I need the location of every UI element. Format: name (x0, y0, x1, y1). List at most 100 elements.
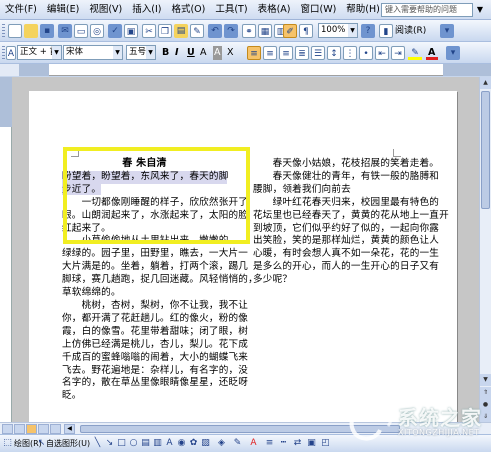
vertical-textbox-icon[interactable]: ▥ (152, 438, 163, 449)
line-color-icon[interactable]: ✎ (232, 438, 243, 449)
diagram-icon[interactable]: ◉ (176, 438, 187, 449)
web-view-icon[interactable] (14, 424, 25, 434)
text-line[interactable]: 花坛里也已经春天了，黄黄的花从地上一直开 (253, 210, 449, 223)
line-icon[interactable]: ╲ (92, 438, 103, 449)
menu-file[interactable]: 文件(F) (0, 2, 42, 18)
copy-icon[interactable]: ❐ (158, 24, 172, 38)
arrow-icon[interactable]: ↘ (104, 438, 115, 449)
align-right-icon[interactable]: ≡ (279, 46, 293, 60)
vertical-ruler[interactable] (0, 77, 12, 422)
oval-icon[interactable]: ○ (128, 438, 139, 449)
menu-edit[interactable]: 编辑(E) (42, 2, 84, 18)
horizontal-scroll-thumb[interactable] (80, 425, 400, 433)
normal-view-icon[interactable] (2, 424, 13, 434)
line-spacing-icon[interactable]: ↕ (327, 46, 341, 60)
menu-tools[interactable]: 工具(T) (210, 2, 252, 18)
arrow-style-icon[interactable]: ⇄ (292, 438, 303, 449)
ruler-corner[interactable] (0, 64, 19, 76)
outline-view-icon[interactable] (38, 424, 49, 434)
3d-style-icon[interactable]: ◰ (320, 438, 331, 449)
research-icon[interactable]: ▣ (124, 24, 138, 38)
read-mode-icon[interactable]: ▮ (379, 24, 393, 38)
text-line[interactable]: 桃树，杏树，梨树，你不让我，我不让 (62, 300, 248, 313)
highlight-icon[interactable]: ✎ (408, 46, 422, 60)
text-line[interactable]: 飞去。野花遍地是：杂样儿，有名字的，没 (62, 365, 248, 378)
distribute-icon[interactable]: ☰ (311, 46, 325, 60)
vertical-scrollbar[interactable]: ▲ ▼ ⇑ ● ⇓ (479, 77, 491, 423)
fill-color-icon[interactable]: ◈ (216, 438, 227, 449)
scroll-down-icon[interactable]: ▼ (480, 374, 491, 386)
text-line[interactable]: 到坡顶，它们似乎约好了似的，一起向你露 (253, 223, 439, 236)
toolbar-grip[interactable] (2, 46, 5, 60)
spelling-icon[interactable]: ✓ (108, 24, 122, 38)
permission-icon[interactable]: ✉ (58, 24, 72, 38)
style-select[interactable]: 正文 + 首行 ▼ (17, 45, 62, 60)
text-line[interactable]: 多少呢？ (253, 274, 423, 287)
reading-view-icon[interactable] (50, 424, 61, 434)
open-folder-icon[interactable] (24, 24, 38, 38)
previous-page-icon[interactable]: ⇑ (480, 387, 491, 399)
bold-button[interactable]: B (162, 46, 169, 60)
autoshapes-button[interactable]: 自选图形(U) (46, 437, 90, 451)
align-center-icon[interactable]: ≡ (263, 46, 277, 60)
text-line[interactable]: 腰脚，领着我们向前去 (253, 184, 423, 197)
wordart-icon[interactable]: A (164, 438, 175, 449)
undo-icon[interactable]: ↶ (208, 24, 222, 38)
clipart-icon[interactable]: ✿ (188, 438, 199, 449)
italic-button[interactable]: I (175, 46, 179, 60)
scroll-left-icon[interactable]: ◀ (64, 424, 75, 434)
text-line[interactable]: 出笑脸，笑的是那样灿烂，黄黄的颜色让人 (253, 235, 439, 248)
hyperlink-icon[interactable]: ⚭ (242, 24, 256, 38)
save-icon[interactable]: ▪ (40, 24, 54, 38)
underline-button[interactable]: U (187, 46, 195, 60)
table-icon[interactable]: ▦ (258, 24, 272, 38)
read-button[interactable]: 阅读(R) (395, 24, 426, 38)
text-line[interactable]: 大片满是的。坐着，躺着，打两个滚，踢几 (62, 261, 248, 274)
scroll-up-icon[interactable]: ▲ (480, 77, 491, 89)
cut-icon[interactable]: ✂ (142, 24, 156, 38)
text-line[interactable]: 心暖，有时会想人真不如一朵花，花的一生 (253, 248, 439, 261)
increase-indent-icon[interactable]: ⇥ (391, 46, 405, 60)
options-icon[interactable]: ▾ (440, 24, 454, 38)
picture-icon[interactable]: ▨ (200, 438, 211, 449)
text-line[interactable]: 是多么的开心，而人的一生开心的日子又有 (253, 261, 439, 274)
decrease-indent-icon[interactable]: ⇤ (375, 46, 389, 60)
text-line[interactable]: 绿绿的。园子里，田野里，瞧去，一大片一 (62, 248, 248, 261)
numbering-icon[interactable]: ⋮ (343, 46, 357, 60)
options-icon[interactable]: ▾ (446, 46, 460, 60)
char-border-button[interactable]: A (200, 46, 207, 60)
redo-icon[interactable]: ↷ (224, 24, 238, 38)
menu-view[interactable]: 视图(V) (84, 2, 127, 18)
text-line[interactable]: 春天像健壮的青年，有铁一般的胳膊和 (253, 171, 439, 184)
format-painter-icon[interactable]: ✎ (190, 24, 204, 38)
horizontal-ruler[interactable] (19, 64, 491, 76)
font-color-icon[interactable]: A (248, 438, 259, 449)
align-left-icon[interactable]: ≡ (247, 46, 261, 60)
zoom-select[interactable]: 100% ▼ (318, 23, 358, 38)
help-search-input[interactable]: 键入需要帮助的问题 (381, 3, 473, 17)
bullets-icon[interactable]: • (359, 46, 373, 60)
text-line[interactable]: 绿叶红花春天归来，校园里最有特色的 (253, 197, 439, 210)
menu-help[interactable]: 帮助(H) (341, 2, 385, 18)
line-style-icon[interactable]: ≡ (264, 438, 275, 449)
document-page[interactable]: 春 朱自清 盼望着，盼望着，东风来了，春天的脚 步近了。 一切都像刚睡醒的样子，… (29, 91, 457, 422)
char-shading-button[interactable]: A (213, 46, 222, 60)
help-icon[interactable]: ? (361, 24, 375, 38)
textbox-icon[interactable]: ▤ (140, 438, 151, 449)
dash-style-icon[interactable]: ┅ (278, 438, 289, 449)
text-line[interactable]: 霞，白的像雪。花里带着甜味；闭了眼，树 (62, 326, 248, 339)
print-preview-icon[interactable]: ◎ (90, 24, 104, 38)
new-document-icon[interactable] (8, 24, 22, 38)
rectangle-icon[interactable]: □ (116, 438, 127, 449)
text-line[interactable]: 上仿佛已经满是桃儿，杏儿，梨儿。花下成 (62, 339, 248, 352)
text-line[interactable]: 脚球，赛几趟跑，捉几回迷藏。风轻悄悄的， (62, 274, 258, 287)
font-select[interactable]: 宋体 ▼ (63, 45, 123, 60)
print-icon[interactable]: ▭ (74, 24, 88, 38)
font-size-select[interactable]: 五号 ▼ (126, 45, 156, 60)
menu-format[interactable]: 格式(O) (166, 2, 210, 18)
scroll-thumb[interactable] (481, 91, 490, 209)
drawing-toggle-icon[interactable]: ✐ (283, 24, 297, 38)
chevron-down-icon[interactable]: ▼ (474, 3, 486, 17)
paste-icon[interactable]: ▤ (174, 24, 188, 38)
text-line[interactable]: 春天像小姑娘，花枝招展的笑着走着。 (253, 158, 439, 171)
